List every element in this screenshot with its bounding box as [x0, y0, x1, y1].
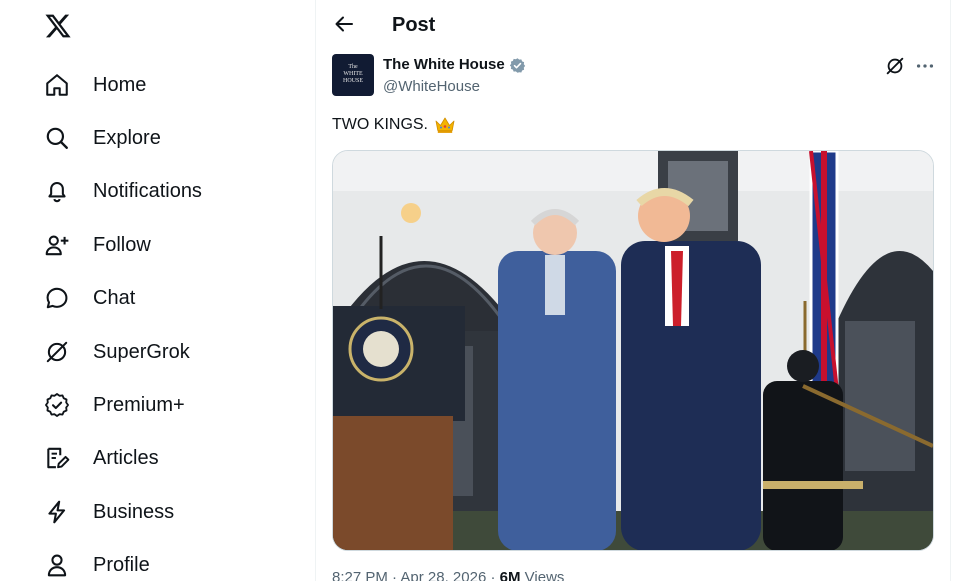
home-icon: [44, 72, 70, 98]
article-edit-icon: [44, 445, 70, 471]
photo-illustration: [333, 151, 933, 550]
more-options-icon[interactable]: [914, 55, 936, 77]
add-user-icon: [44, 232, 70, 258]
bell-icon: [44, 178, 70, 204]
nav-notifications[interactable]: Notifications: [44, 171, 202, 211]
nav-label: Business: [93, 501, 175, 523]
nav-follow[interactable]: Follow: [44, 225, 151, 265]
views-count: 6M: [499, 569, 521, 581]
nav-chat[interactable]: Chat: [44, 278, 135, 318]
nav-supergrok[interactable]: SuperGrok: [44, 332, 190, 372]
views-label: Views: [524, 569, 565, 581]
back-button[interactable]: [332, 12, 356, 36]
badge-check-icon: [44, 392, 70, 418]
nav-label: Chat: [93, 287, 136, 309]
main-column: Post The WHITE HOUSE The White House @Wh…: [316, 0, 950, 581]
author-name[interactable]: The White House: [383, 56, 505, 74]
nav-home[interactable]: Home: [44, 65, 146, 105]
nav-label: Explore: [93, 127, 161, 149]
column-divider: [950, 0, 951, 581]
author-name-row: The White House: [383, 56, 526, 74]
avatar-logo-text: The WHITE HOUSE: [342, 64, 363, 84]
post-image[interactable]: [332, 150, 934, 551]
page-title: Post: [392, 14, 436, 36]
post-date[interactable]: Apr 28, 2026: [400, 569, 486, 581]
nav-articles[interactable]: Articles: [44, 438, 159, 478]
post-text: TWO KINGS.: [332, 114, 456, 136]
nav-premium[interactable]: Premium+: [44, 385, 185, 425]
nav-label: Home: [93, 74, 147, 96]
nav-label: Profile: [93, 554, 150, 576]
meta-separator: ·: [490, 569, 500, 581]
nav-label: SuperGrok: [93, 341, 190, 363]
sidebar: Home Explore Notifications Follow Chat S…: [0, 0, 316, 581]
nav-business[interactable]: Business: [44, 492, 174, 532]
nav-label: Follow: [93, 234, 151, 256]
crown-icon: [434, 116, 456, 134]
avatar[interactable]: The WHITE HOUSE: [332, 54, 374, 96]
chat-bubble-icon: [44, 285, 70, 311]
post-text-content: TWO KINGS.: [332, 116, 428, 133]
post-header: Post: [316, 0, 950, 50]
nav-label: Articles: [93, 447, 159, 469]
nav-label: Notifications: [93, 180, 202, 202]
grok-icon[interactable]: [884, 55, 906, 77]
post-time[interactable]: 8:27 PM: [332, 569, 388, 581]
x-logo-icon[interactable]: [44, 12, 72, 40]
back-arrow-icon: [335, 16, 353, 32]
nav-label: Premium+: [93, 394, 185, 416]
lightning-icon: [44, 499, 70, 525]
author-handle[interactable]: @WhiteHouse: [383, 78, 480, 96]
nav-profile[interactable]: Profile: [44, 545, 150, 585]
nav-explore[interactable]: Explore: [44, 118, 161, 158]
person-icon: [44, 552, 70, 578]
post-meta: 8:27 PM · Apr 28, 2026 · 6M Views: [332, 568, 564, 581]
grok-icon: [44, 339, 70, 365]
verified-badge-icon[interactable]: [509, 57, 526, 74]
search-icon: [44, 125, 70, 151]
